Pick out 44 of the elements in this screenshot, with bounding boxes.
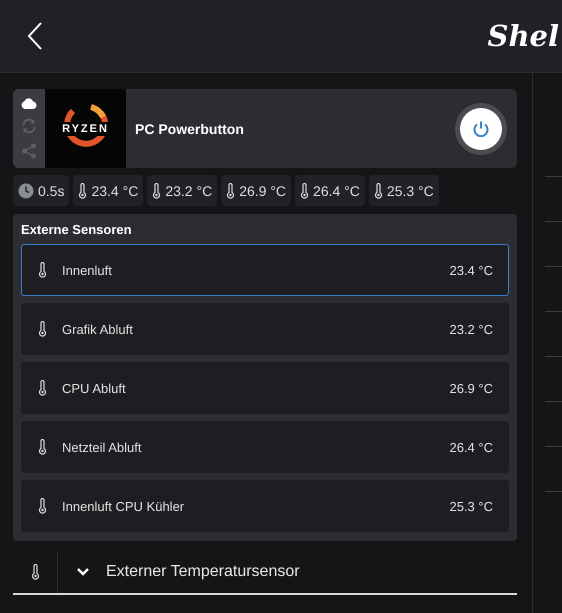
thermometer-icon [38, 262, 47, 278]
thermometer-icon [226, 182, 236, 198]
cloud-icon [21, 98, 37, 109]
sensor-value: 26.4 °C [449, 440, 493, 454]
thermometer-icon [374, 182, 383, 198]
sensor-value: 25.3 °C [449, 498, 493, 514]
thermometer-icon [300, 182, 310, 198]
sensor-item[interactable]: Netzteil Abluft 26.4 °C [21, 421, 509, 473]
device-name: PC Powerbutton [134, 120, 245, 136]
chevron-icon[interactable] [76, 567, 90, 577]
chip-value: 26.9 °C [239, 182, 286, 198]
sensor-item[interactable]: Innenluft CPU Kühler 25.3 °C [21, 480, 509, 532]
sensor-value: 23.4 °C [449, 262, 493, 278]
thermometer-icon [38, 380, 47, 396]
clock-icon [18, 182, 34, 198]
chip-value: 26.4 °C [313, 182, 360, 198]
thermometer-icon [152, 182, 162, 198]
thermometer-icon [38, 439, 47, 455]
sensor-value: 23.2 °C [449, 322, 493, 336]
sensor-name: Innenluft [62, 262, 113, 278]
logo: Shel [488, 19, 559, 53]
thermometer-icon [78, 182, 88, 198]
thermometer-icon [38, 321, 47, 337]
chip-value: 0.5s [38, 182, 64, 198]
section-title: Externer Temperatursensor [106, 563, 300, 581]
panel-title: Externe Sensoren [21, 222, 133, 237]
sensor-item[interactable]: Grafik Abluft 23.2 °C [21, 303, 509, 355]
sensor-name: Netzteil Abluft [62, 440, 142, 454]
back-icon[interactable] [27, 21, 43, 51]
chip-value: 23.2 °C [165, 182, 212, 198]
logo-text: RYZEN [60, 122, 111, 136]
chip-value: 25.3 °C [386, 182, 434, 198]
thermometer-icon [30, 564, 40, 580]
section-header[interactable]: Externer Temperatursensor [13, 551, 517, 595]
power-icon [472, 120, 490, 138]
sensor-item[interactable]: CPU Abluft 26.9 °C [21, 362, 509, 414]
sensor-name: Innenluft CPU Kühler [62, 498, 186, 514]
power-button[interactable] [455, 102, 507, 154]
chip-value: 23.4 °C [91, 182, 138, 198]
sensor-name: CPU Abluft [62, 380, 127, 396]
sensor-name: Grafik Abluft [62, 322, 134, 336]
sensor-value: 26.9 °C [449, 380, 493, 396]
sensor-item[interactable]: Innenluft 23.4 °C [21, 244, 509, 296]
thermometer-icon [38, 498, 47, 514]
